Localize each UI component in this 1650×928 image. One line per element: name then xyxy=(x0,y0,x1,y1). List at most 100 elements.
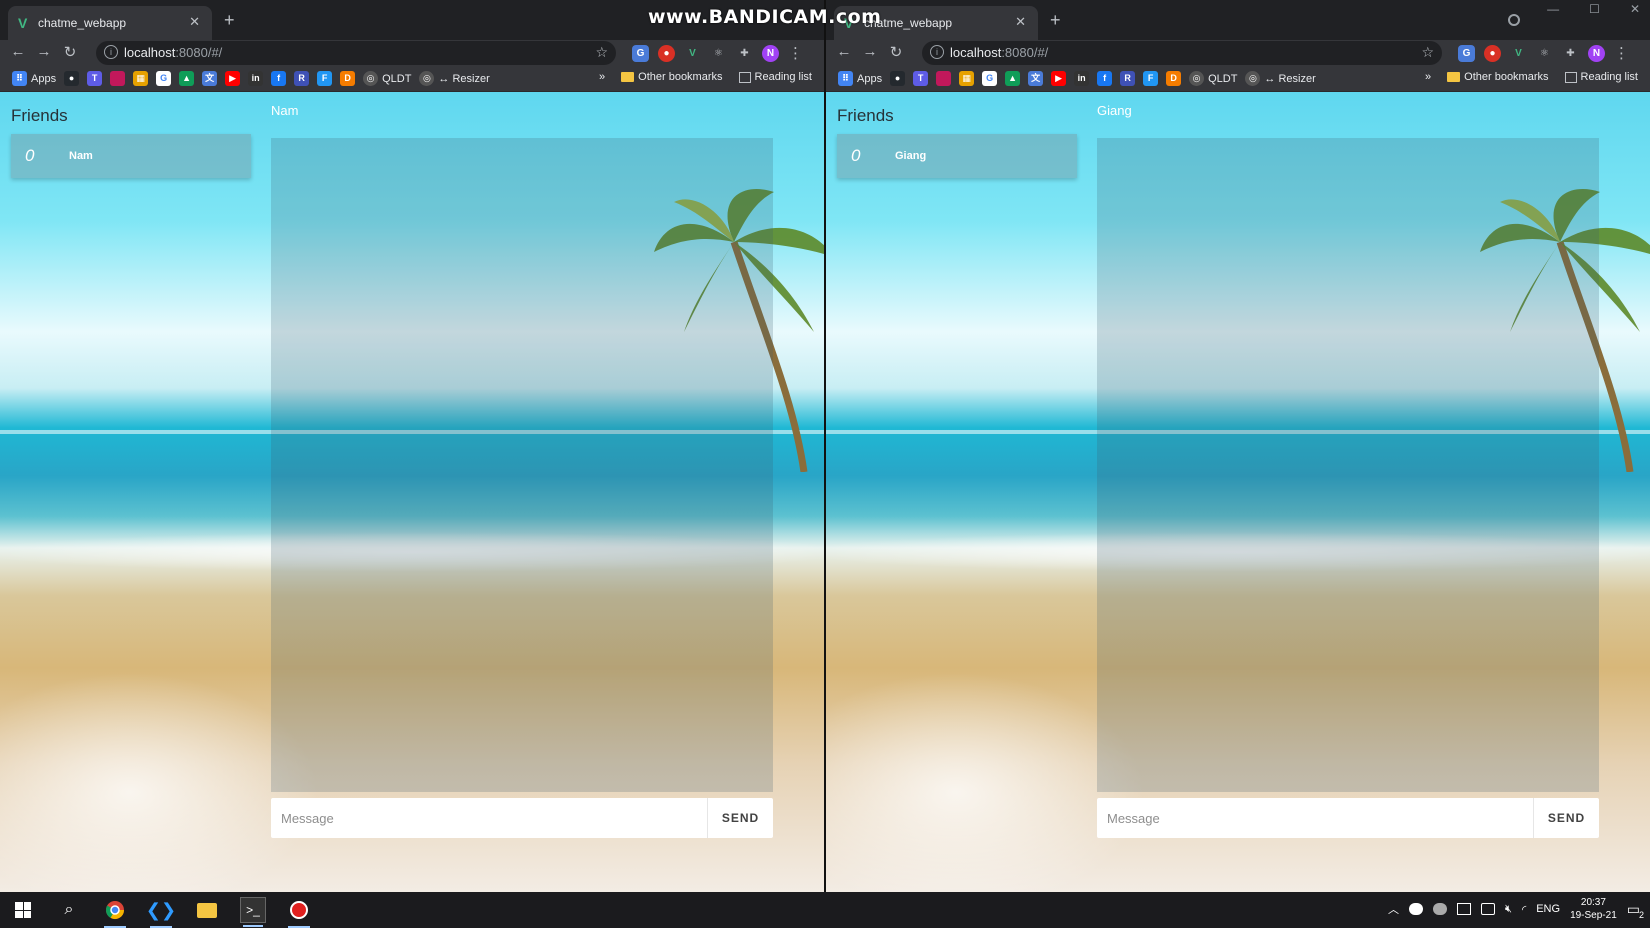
bookmark-star-icon[interactable]: ☆ xyxy=(1421,44,1434,61)
react-devtools-icon[interactable]: ⚛ xyxy=(1536,45,1553,62)
youtube-icon[interactable]: ▶ xyxy=(225,71,241,86)
tab-search-icon[interactable] xyxy=(1508,14,1520,26)
message-input[interactable] xyxy=(1097,798,1533,838)
friend-card[interactable]: 0 Nam xyxy=(11,134,251,178)
site-info-icon[interactable]: i xyxy=(104,45,118,59)
extensions-puzzle-icon[interactable]: ✚ xyxy=(736,45,753,62)
battery-icon[interactable] xyxy=(1481,903,1496,915)
vue-devtools-icon[interactable]: V xyxy=(684,45,701,62)
notification-center-icon[interactable]: ▭ 2 xyxy=(1627,901,1644,920)
bookmark-apps[interactable]: ⠿ Apps xyxy=(838,71,882,86)
extensions-puzzle-icon[interactable]: ✚ xyxy=(1562,45,1579,62)
globe-icon: ◎ xyxy=(363,71,379,86)
teams-icon[interactable]: T xyxy=(913,71,929,86)
bookmark-other[interactable]: Other bookmarks xyxy=(1447,71,1549,83)
bookmark-resizer[interactable]: ◎ ↔ Resizer xyxy=(1245,71,1316,86)
show-hidden-icons-icon[interactable]: ︿ xyxy=(1388,901,1399,917)
forward-icon[interactable]: → xyxy=(860,43,880,60)
bookmark-pink-icon[interactable] xyxy=(936,71,952,86)
bookmark-pink-icon[interactable] xyxy=(110,71,126,86)
send-button[interactable]: SEND xyxy=(1533,798,1599,838)
terminal-taskbar-icon[interactable]: >_ xyxy=(240,897,266,927)
bookmark-d-icon[interactable]: D xyxy=(340,71,356,86)
new-tab-button[interactable]: + xyxy=(1050,10,1061,31)
messages-panel[interactable] xyxy=(271,138,773,792)
close-window-icon[interactable]: ✕ xyxy=(1630,2,1640,26)
translate-extension-icon[interactable]: G xyxy=(1458,44,1475,62)
bookmark-other[interactable]: Other bookmarks xyxy=(621,71,723,83)
back-icon[interactable]: ← xyxy=(834,43,854,60)
back-icon[interactable]: ← xyxy=(8,43,28,60)
tray-app-icon[interactable] xyxy=(1457,903,1472,915)
bookmarks-overflow-button[interactable]: » xyxy=(1425,71,1431,83)
site-info-icon[interactable]: i xyxy=(930,45,944,59)
cloud-icon[interactable] xyxy=(1433,903,1448,915)
start-button[interactable] xyxy=(10,897,36,923)
chrome-taskbar-icon[interactable] xyxy=(102,897,128,928)
address-bar[interactable]: i localhost:8080/#/ ☆ xyxy=(922,41,1442,65)
minimize-icon[interactable]: — xyxy=(1547,2,1559,26)
translate-icon[interactable]: 文 xyxy=(1028,71,1044,86)
google-drive-icon[interactable]: ▲ xyxy=(1005,71,1021,86)
google-icon[interactable]: G xyxy=(982,71,998,86)
language-indicator[interactable]: ENG xyxy=(1536,903,1560,915)
google-icon[interactable]: G xyxy=(156,71,172,86)
volume-muted-icon[interactable]: 🔇︎ xyxy=(1505,903,1512,916)
wifi-icon[interactable]: ◜ xyxy=(1522,903,1526,916)
friend-card[interactable]: 0 Giang xyxy=(837,134,1077,178)
file-explorer-icon[interactable] xyxy=(194,897,220,923)
close-tab-icon[interactable]: ✕ xyxy=(189,14,200,30)
translate-extension-icon[interactable]: G xyxy=(632,44,649,62)
maximize-icon[interactable]: ☐ xyxy=(1589,2,1600,26)
react-devtools-icon[interactable]: ⚛ xyxy=(710,45,727,62)
bookmark-r-icon[interactable]: R xyxy=(294,71,310,86)
menu-dots-icon[interactable]: ⋮ xyxy=(788,44,803,62)
folder-icon xyxy=(621,72,635,82)
teams-icon[interactable]: T xyxy=(87,71,103,86)
send-button[interactable]: SEND xyxy=(707,798,773,838)
bookmark-d-icon[interactable]: D xyxy=(1166,71,1182,86)
new-tab-button[interactable]: + xyxy=(224,10,235,31)
search-icon[interactable]: ⌕ xyxy=(56,897,82,923)
bookmark-grid-icon[interactable]: ▦ xyxy=(133,71,149,86)
bookmark-f-icon[interactable]: F xyxy=(317,71,333,86)
browser-tab[interactable]: V chatme_webapp ✕ xyxy=(8,6,212,40)
close-tab-icon[interactable]: ✕ xyxy=(1015,14,1026,30)
investing-icon[interactable]: in xyxy=(1074,71,1090,86)
bookmark-reading-list[interactable]: Reading list xyxy=(1564,71,1638,83)
bookmark-star-icon[interactable]: ☆ xyxy=(595,44,608,61)
bookmark-grid-icon[interactable]: ▦ xyxy=(959,71,975,86)
bookmark-r-icon[interactable]: R xyxy=(1120,71,1136,86)
onedrive-icon[interactable] xyxy=(1409,903,1424,915)
address-bar[interactable]: i localhost:8080/#/ ☆ xyxy=(96,41,616,65)
message-input[interactable] xyxy=(271,798,707,838)
google-drive-icon[interactable]: ▲ xyxy=(179,71,195,86)
bookmark-f-icon[interactable]: F xyxy=(1143,71,1159,86)
reload-icon[interactable]: ↻ xyxy=(60,43,80,61)
bookmark-apps[interactable]: ⠿ Apps xyxy=(12,71,56,86)
bookmark-qldt[interactable]: ◎ QLDT xyxy=(363,71,411,86)
bandicam-taskbar-icon[interactable] xyxy=(286,897,312,928)
profile-avatar[interactable]: N xyxy=(1588,44,1605,62)
record-extension-icon[interactable]: ● xyxy=(658,44,675,62)
github-icon[interactable]: ● xyxy=(64,71,80,86)
menu-dots-icon[interactable]: ⋮ xyxy=(1614,44,1629,62)
clock[interactable]: 20:37 19-Sep-21 xyxy=(1570,896,1617,922)
github-icon[interactable]: ● xyxy=(890,71,906,86)
facebook-icon[interactable]: f xyxy=(271,71,287,86)
bookmark-resizer[interactable]: ◎ ↔ Resizer xyxy=(419,71,490,86)
bookmark-qldt[interactable]: ◎ QLDT xyxy=(1189,71,1237,86)
bookmark-reading-list[interactable]: Reading list xyxy=(738,71,812,83)
record-extension-icon[interactable]: ● xyxy=(1484,44,1501,62)
reload-icon[interactable]: ↻ xyxy=(886,43,906,61)
vue-devtools-icon[interactable]: V xyxy=(1510,45,1527,62)
investing-icon[interactable]: in xyxy=(248,71,264,86)
bookmarks-overflow-button[interactable]: » xyxy=(599,71,605,83)
vscode-taskbar-icon[interactable]: ❮❯ xyxy=(146,897,176,928)
youtube-icon[interactable]: ▶ xyxy=(1051,71,1067,86)
forward-icon[interactable]: → xyxy=(34,43,54,60)
translate-icon[interactable]: 文 xyxy=(202,71,218,86)
messages-panel[interactable] xyxy=(1097,138,1599,792)
facebook-icon[interactable]: f xyxy=(1097,71,1113,86)
profile-avatar[interactable]: N xyxy=(762,44,779,62)
